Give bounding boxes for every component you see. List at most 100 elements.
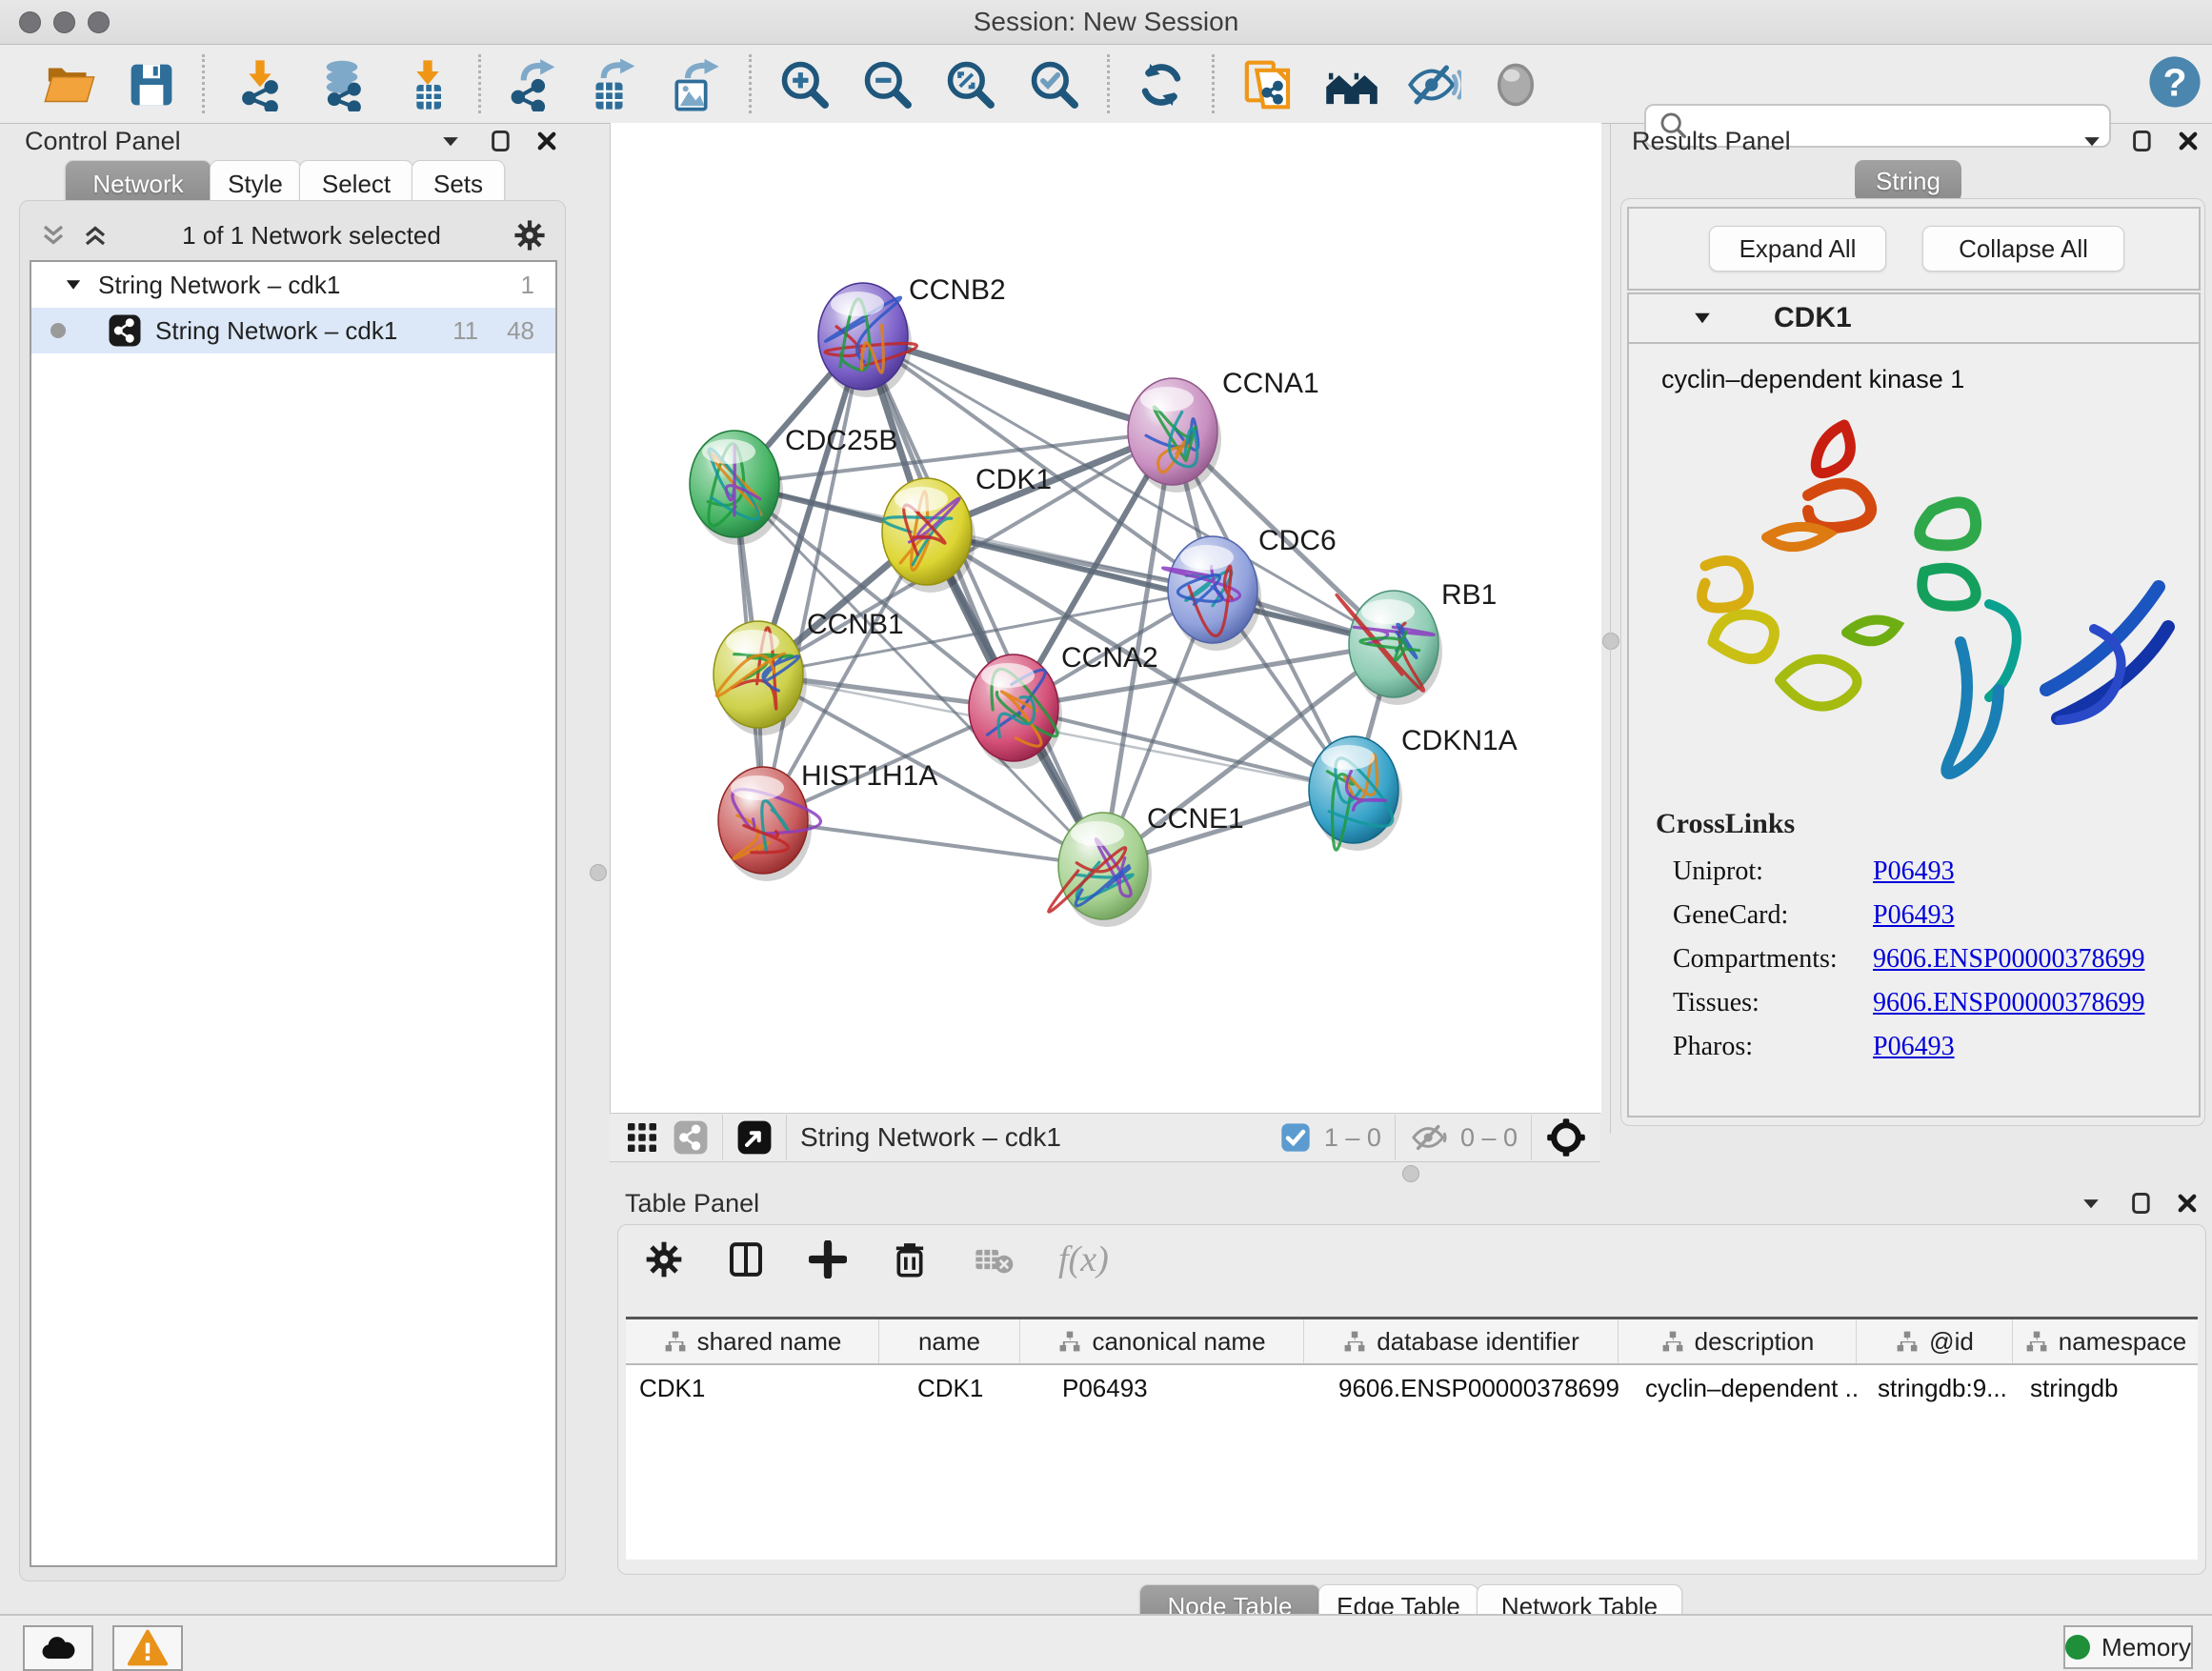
zoom-fit-icon[interactable] (943, 57, 998, 112)
node-label-CCNB2: CCNB2 (909, 274, 1006, 306)
close-panel-icon[interactable] (2177, 130, 2200, 152)
zoom-selected-icon[interactable] (1027, 57, 1082, 112)
control-panel-title: Control Panel (11, 127, 181, 156)
uniprot-link[interactable]: P06493 (1873, 856, 1955, 887)
memory-label: Memory (2101, 1633, 2191, 1662)
hidden-elements-icon[interactable] (1409, 1117, 1449, 1158)
compartments-link[interactable]: 9606.ENSP00000378699 (1873, 944, 2144, 975)
cloud-button[interactable] (23, 1625, 93, 1671)
collapse-arrow-icon[interactable] (62, 273, 85, 296)
close-panel-icon[interactable] (2176, 1192, 2199, 1215)
column-header-label[interactable]: canonical name (1092, 1327, 1265, 1357)
results-panel: Results Panel String Expand All Collapse… (1610, 124, 2212, 1134)
import-database-icon[interactable] (314, 57, 370, 112)
selected-checkbox-icon[interactable] (1280, 1122, 1311, 1153)
column-header-label[interactable]: database identifier (1377, 1327, 1579, 1357)
tab-string[interactable]: String (1855, 160, 1961, 202)
column-header-label[interactable]: namespace (2059, 1327, 2186, 1357)
horizontal-splitter-handle[interactable] (1402, 1165, 1419, 1182)
grid-view-icon[interactable] (625, 1120, 659, 1155)
application-window: Session: New Session (0, 0, 2212, 1671)
column-header-label[interactable]: name (918, 1327, 980, 1357)
cell-database-identifier[interactable]: 9606.ENSP00000378699 (1304, 1374, 1619, 1403)
string-view-icon[interactable] (673, 1119, 709, 1156)
panel-menu-icon[interactable] (2079, 1191, 2103, 1216)
column-header-label[interactable]: description (1695, 1327, 1815, 1357)
network-node-CDK1[interactable]: CDK1 (882, 464, 1052, 593)
network-node-CDC6[interactable]: CDC6 (1163, 525, 1337, 651)
import-network-icon[interactable] (232, 57, 288, 112)
network-node-HIST1H1A[interactable]: HIST1H1A (718, 760, 937, 881)
cell-name[interactable]: CDK1 (879, 1374, 1020, 1403)
network-node-CCNA1[interactable]: CCNA1 (1128, 368, 1319, 493)
zoom-out-icon[interactable] (860, 57, 915, 112)
network-node-CCNB2[interactable]: CCNB2 (818, 274, 1006, 397)
function-builder-icon: f(x) (1058, 1238, 1109, 1280)
table-options-gear-icon[interactable] (645, 1240, 683, 1278)
float-panel-icon[interactable] (2131, 130, 2154, 152)
panel-menu-icon[interactable] (438, 129, 463, 153)
network-collection-row[interactable]: String Network – cdk1 1 (31, 262, 555, 308)
save-icon[interactable] (124, 57, 179, 112)
fit-selected-crosshair-icon[interactable] (1545, 1117, 1587, 1158)
cdk1-section-header[interactable]: CDK1 (1629, 294, 2199, 344)
close-panel-icon[interactable] (535, 130, 558, 152)
warning-button[interactable] (112, 1625, 183, 1671)
cell-namespace[interactable]: stringdb (2013, 1374, 2198, 1403)
network-node-CCNE1[interactable]: CCNE1 (1049, 803, 1244, 927)
column-header-label[interactable]: shared name (697, 1327, 842, 1357)
cell-description[interactable]: cyclin–dependent ... (1619, 1374, 1857, 1403)
float-panel-icon[interactable] (2130, 1192, 2153, 1215)
network-canvas[interactable]: CCNB2CCNA1CDC25BCDK1CDC6RB1CCNB1CCNA2CDK… (610, 123, 1601, 1113)
pharos-link[interactable]: P06493 (1873, 1032, 1955, 1062)
tissues-link[interactable]: 9606.ENSP00000378699 (1873, 988, 2144, 1018)
shared-column-icon (1895, 1329, 1920, 1354)
genecard-link[interactable]: P06493 (1873, 900, 1955, 931)
main-toolbar: ? (0, 45, 2212, 124)
table-row[interactable]: CDK1 CDK1 P06493 9606.ENSP00000378699 cy… (626, 1365, 2198, 1411)
network-node-CCNB1[interactable]: CCNB1 (714, 609, 904, 735)
cell-canonical-name[interactable]: P06493 (1020, 1374, 1304, 1403)
homes-icon[interactable] (1324, 57, 1379, 112)
eye-icon[interactable] (1488, 57, 1543, 112)
cell-id[interactable]: stringdb:9... (1857, 1374, 2013, 1403)
left-splitter-handle[interactable] (590, 864, 607, 881)
export-network-icon[interactable] (505, 57, 560, 112)
collapse-all-networks-icon[interactable] (81, 221, 110, 250)
expand-all-networks-icon[interactable] (39, 221, 68, 250)
node-label-CCNB1: CCNB1 (807, 609, 904, 640)
network-options-gear-icon[interactable] (513, 219, 546, 252)
collection-count-badge: 1 (521, 271, 534, 300)
panel-menu-icon[interactable] (2080, 129, 2104, 153)
network-node-CDC25B[interactable]: CDC25B (690, 425, 897, 545)
collapse-section-icon[interactable] (1690, 306, 1715, 331)
toolbar-separator (749, 54, 752, 113)
memory-button[interactable]: Memory (2063, 1625, 2193, 1669)
network-node-CDKN1A[interactable]: CDKN1A (1309, 725, 1518, 851)
cell-shared-name[interactable]: CDK1 (626, 1374, 879, 1403)
zoom-in-icon[interactable] (777, 57, 833, 112)
delete-column-icon[interactable] (891, 1240, 929, 1278)
import-table-icon[interactable] (400, 57, 455, 112)
birds-eye-view-icon[interactable] (736, 1119, 773, 1156)
column-header-label[interactable]: @id (1929, 1327, 1974, 1357)
table-panel: Table Panel f(x) shared name name canoni… (610, 1186, 2212, 1615)
open-folder-icon[interactable] (42, 57, 97, 112)
expand-all-button[interactable]: Expand All (1709, 226, 1886, 272)
hide-eye-icon[interactable] (1406, 57, 1461, 112)
shared-column-icon (663, 1329, 688, 1354)
export-table-icon[interactable] (585, 57, 640, 112)
refresh-icon[interactable] (1134, 57, 1189, 112)
share-document-icon[interactable] (1240, 57, 1296, 112)
help-icon[interactable]: ? (2147, 54, 2202, 110)
float-panel-icon[interactable] (490, 130, 513, 152)
network-row[interactable]: String Network – cdk1 11 48 (31, 308, 555, 353)
show-columns-icon[interactable] (727, 1240, 765, 1278)
add-column-icon[interactable] (809, 1240, 847, 1278)
node-table[interactable]: shared name name canonical name database… (626, 1317, 2198, 1560)
export-image-icon[interactable] (667, 57, 722, 112)
collapse-all-button[interactable]: Collapse All (1922, 226, 2124, 272)
network-node-RB1[interactable]: RB1 (1337, 579, 1497, 705)
title-bar: Session: New Session (0, 0, 2212, 45)
network-edge[interactable] (763, 336, 863, 820)
